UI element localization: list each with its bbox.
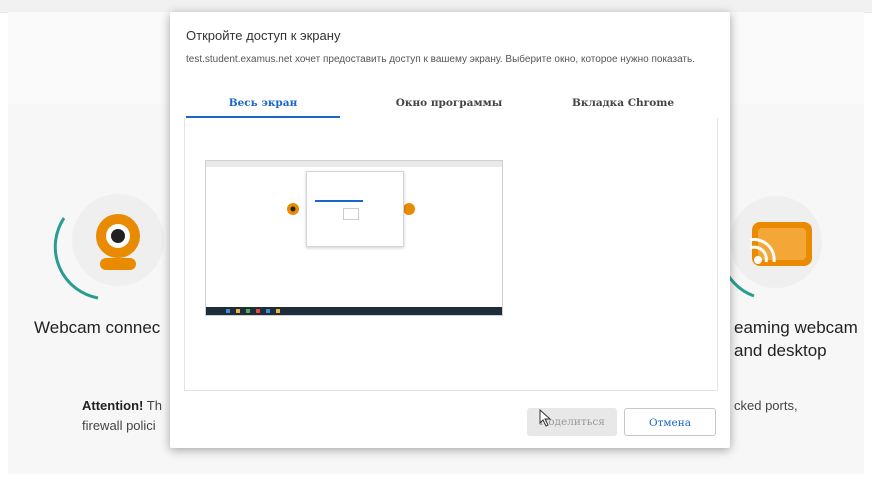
screen-thumbnail[interactable]: [205, 160, 503, 316]
tab-application-window[interactable]: Окно программы: [374, 94, 524, 116]
tab-bar: Весь экран Окно программы Вкладка Chrome: [184, 94, 716, 119]
attention-rest: Th: [143, 398, 162, 413]
tab-chrome-tab[interactable]: Вкладка Chrome: [548, 94, 698, 116]
thumbnail-webcam-icon: [287, 203, 299, 215]
dialog-title: Откройте доступ к экрану: [186, 28, 341, 43]
thumbnail-taskbar: [206, 307, 502, 315]
mouse-cursor-icon: [539, 409, 552, 427]
attention-text: Attention! Th: [82, 398, 162, 413]
screen-share-dialog: Откройте доступ к экрану test.student.ex…: [170, 12, 730, 448]
source-panel: [184, 118, 718, 391]
ports-text: cked ports,: [734, 398, 798, 413]
webcam-label: Webcam connec: [34, 318, 161, 337]
cancel-button[interactable]: Отмена: [624, 408, 716, 436]
attention-line2: firewall polici: [82, 418, 156, 433]
streaming-label-line1: eaming webcam: [734, 318, 858, 337]
attention-bold: Attention!: [82, 398, 144, 413]
cast-icon: [749, 222, 812, 266]
thumbnail-dialog: [306, 171, 404, 247]
tab-entire-screen[interactable]: Весь экран: [186, 94, 340, 118]
thumbnail-browser-bar: [206, 161, 502, 167]
streaming-label-line2: and desktop: [734, 341, 827, 360]
dialog-description: test.student.examus.net хочет предостави…: [186, 54, 696, 65]
webcam-icon: [96, 214, 140, 270]
